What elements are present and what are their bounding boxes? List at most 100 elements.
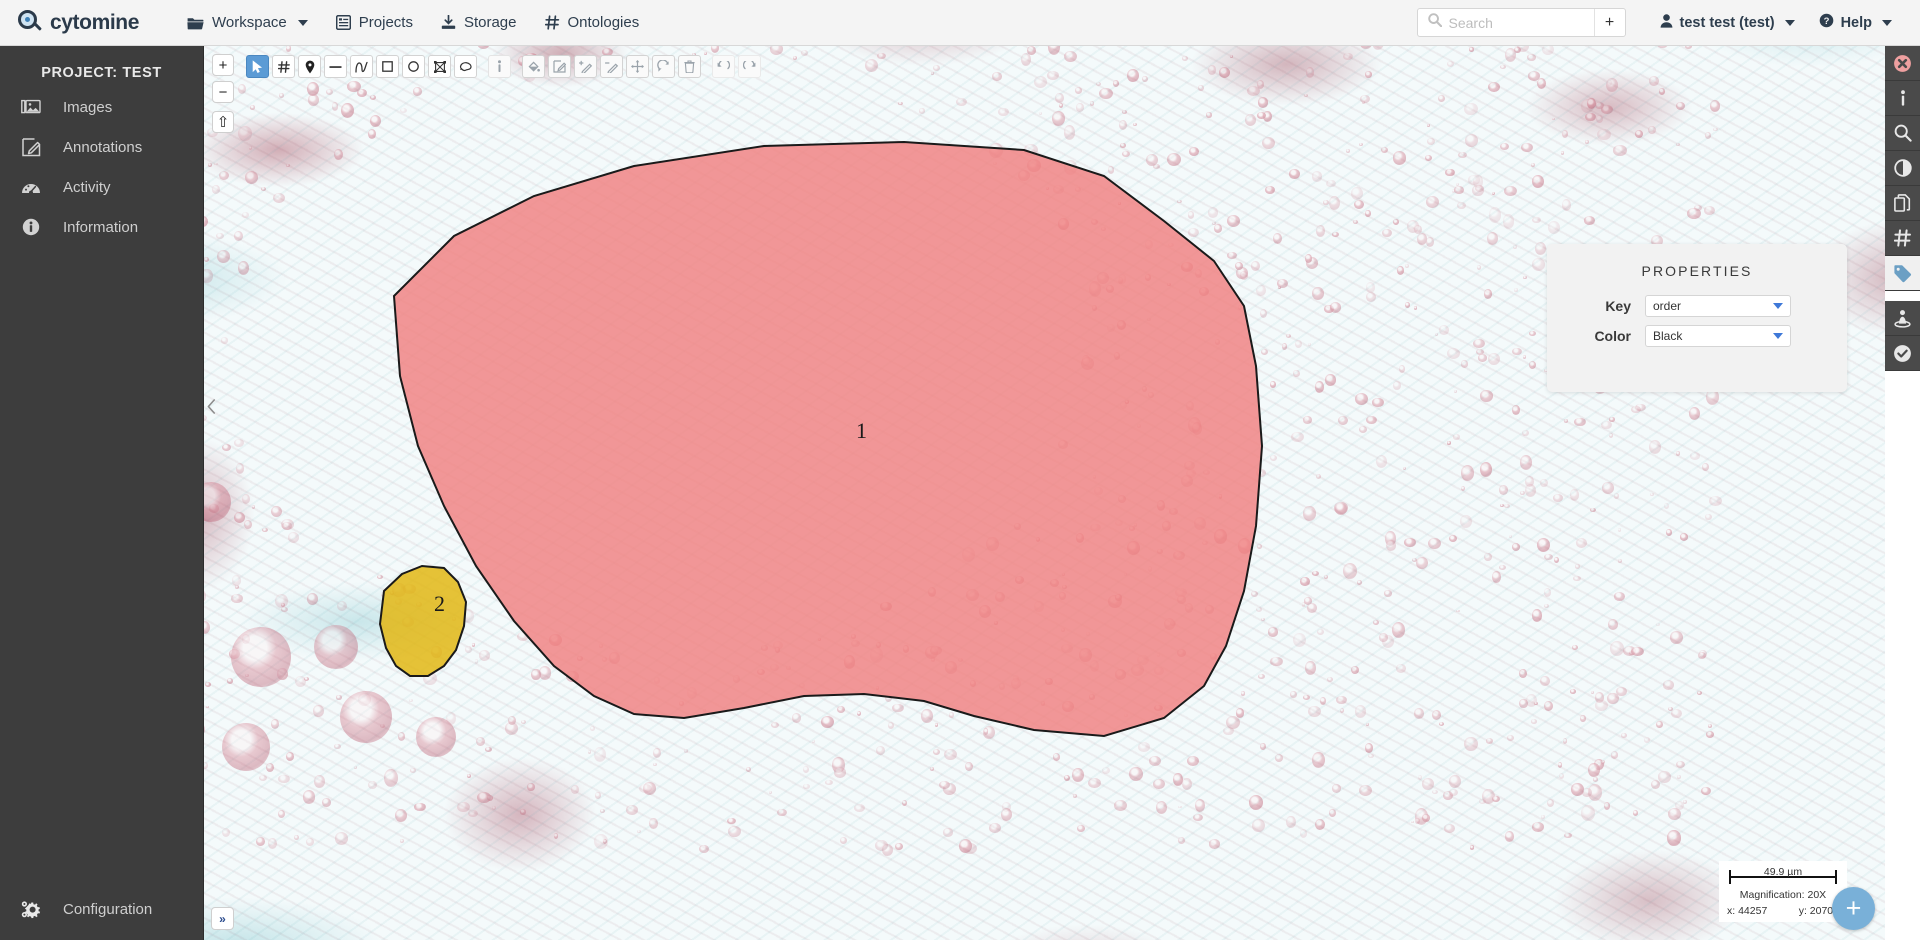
properties-key-select[interactable]: order	[1645, 295, 1791, 317]
gauge-icon	[20, 179, 42, 196]
fill-tool-button[interactable]	[522, 55, 545, 78]
info-icon[interactable]	[1885, 81, 1920, 116]
rectangle-tool-button[interactable]	[376, 55, 399, 78]
zoom-controls: + − ⇧	[212, 54, 234, 138]
nav-item-projects[interactable]: Projects	[322, 8, 427, 37]
properties-color-value: Black	[1653, 329, 1683, 343]
search-icon	[1427, 13, 1442, 32]
line-tool-button[interactable]	[324, 55, 347, 78]
layers-copy-icon[interactable]	[1885, 186, 1920, 221]
sidebar-item-label: Information	[63, 218, 139, 236]
grid-tool-button[interactable]	[272, 55, 295, 78]
search-input[interactable]	[1448, 14, 1584, 31]
nav-label-ontologies: Ontologies	[567, 14, 640, 31]
toolbar-group-edit	[522, 55, 704, 78]
folder-icon	[187, 16, 204, 30]
download-tray-icon	[441, 15, 456, 30]
annotation-polygon-2[interactable]	[378, 564, 468, 677]
pencil-square-icon	[20, 138, 42, 157]
annotation-overlay[interactable]	[204, 46, 1885, 940]
sidebar-footer: Configuration	[0, 889, 203, 930]
rotate-tool-button[interactable]	[652, 55, 675, 78]
scale-bar: 49.9 µm	[1727, 865, 1839, 887]
coordinate-x: x: 44257	[1727, 905, 1768, 917]
nav-label-workspace: Workspace	[212, 14, 287, 31]
nav-label-storage: Storage	[463, 14, 517, 31]
scale-distance: 49.9 µm	[1763, 866, 1803, 878]
polygon-tool-button[interactable]	[428, 55, 451, 78]
nav-label-projects: Projects	[358, 14, 413, 31]
select-tool-button[interactable]	[246, 55, 269, 78]
sidebar-item-activity[interactable]: Activity	[0, 168, 203, 207]
contrast-icon[interactable]	[1885, 151, 1920, 186]
svg-text:?: ?	[1823, 16, 1829, 27]
slide-viewer[interactable]: 1 2 + − ⇧ » PROPERTIES Key order Color B…	[204, 46, 1885, 940]
search-icon[interactable]	[1885, 116, 1920, 151]
sidebar-item-label: Activity	[63, 179, 111, 196]
help-menu[interactable]: ? Help	[1807, 13, 1904, 32]
user-menu[interactable]: test test (test)	[1648, 13, 1807, 32]
remove-part-tool-button[interactable]	[600, 55, 623, 78]
properties-key-label: Key	[1605, 298, 1631, 314]
properties-color-label: Color	[1594, 328, 1631, 344]
scale-info-box: 49.9 µm Magnification: 20X x: 44257 y: 2…	[1719, 861, 1847, 922]
point-tool-button[interactable]	[298, 55, 321, 78]
properties-key-value: order	[1653, 299, 1682, 313]
freehand-line-tool-button[interactable]	[350, 55, 373, 78]
zoom-out-button[interactable]: −	[212, 81, 234, 103]
navbar-right-group: + test test (test) ? Help	[1416, 8, 1905, 37]
chevron-down-icon	[1784, 19, 1795, 26]
search-add-button[interactable]: +	[1593, 9, 1625, 36]
freehand-polygon-tool-button[interactable]	[454, 55, 477, 78]
properties-key-row: Key order	[1547, 295, 1847, 317]
annotation-label-1: 1	[856, 418, 867, 443]
close-icon[interactable]	[1885, 46, 1920, 81]
annotation-label-2: 2	[434, 591, 445, 616]
brand-logo[interactable]: cytomine	[18, 10, 139, 35]
info-tool-button[interactable]	[488, 55, 511, 78]
annotation-polygon-1[interactable]	[392, 140, 1264, 738]
left-sidebar: PROJECT: TEST Images Annotations Activit…	[0, 46, 204, 940]
delete-tool-button[interactable]	[678, 55, 701, 78]
properties-color-row: Color Black	[1547, 325, 1847, 347]
user-label: test test (test)	[1679, 14, 1775, 31]
hash-icon	[544, 15, 560, 30]
nav-item-storage[interactable]: Storage	[427, 8, 531, 37]
circle-tool-button[interactable]	[402, 55, 425, 78]
search-box[interactable]: +	[1416, 8, 1626, 37]
person-pin-icon[interactable]	[1885, 301, 1920, 336]
drawing-toolbar	[246, 55, 772, 78]
edit-tool-button[interactable]	[548, 55, 571, 78]
sidebar-item-annotations[interactable]: Annotations	[0, 127, 203, 168]
gears-icon	[20, 900, 42, 919]
nav-item-workspace[interactable]: Workspace	[173, 8, 322, 37]
brand-name: cytomine	[50, 10, 139, 34]
list-icon	[335, 15, 351, 30]
help-label: Help	[1840, 14, 1872, 31]
question-circle-icon: ?	[1819, 13, 1834, 32]
magnifier-logo-icon	[18, 10, 43, 35]
sidebar-item-images[interactable]: Images	[0, 87, 203, 127]
expand-panel-button[interactable]: »	[211, 907, 234, 930]
sidebar-item-configuration[interactable]: Configuration	[0, 889, 203, 930]
chevron-down-icon	[297, 19, 308, 26]
tag-icon[interactable]	[1885, 256, 1920, 291]
top-navbar: cytomine Workspace Projects Storage Onto…	[0, 0, 1920, 46]
nav-item-ontologies[interactable]: Ontologies	[531, 8, 654, 37]
hash-icon[interactable]	[1885, 221, 1920, 256]
sidebar-item-label: Annotations	[63, 139, 143, 156]
properties-color-select[interactable]: Black	[1645, 325, 1791, 347]
sidebar-item-information[interactable]: Information	[0, 207, 203, 247]
toolbar-group-info	[488, 55, 514, 78]
redo-tool-button[interactable]	[738, 55, 761, 78]
check-circle-icon[interactable]	[1885, 336, 1920, 371]
move-tool-button[interactable]	[626, 55, 649, 78]
user-icon	[1660, 13, 1673, 32]
add-part-tool-button[interactable]	[574, 55, 597, 78]
sidebar-collapse-handle[interactable]	[204, 386, 218, 426]
sidebar-item-label: Configuration	[63, 901, 153, 918]
undo-tool-button[interactable]	[712, 55, 735, 78]
rotate-reset-button[interactable]: ⇧	[212, 111, 234, 133]
zoom-in-button[interactable]: +	[212, 54, 234, 76]
add-annotation-fab[interactable]: +	[1832, 887, 1875, 930]
